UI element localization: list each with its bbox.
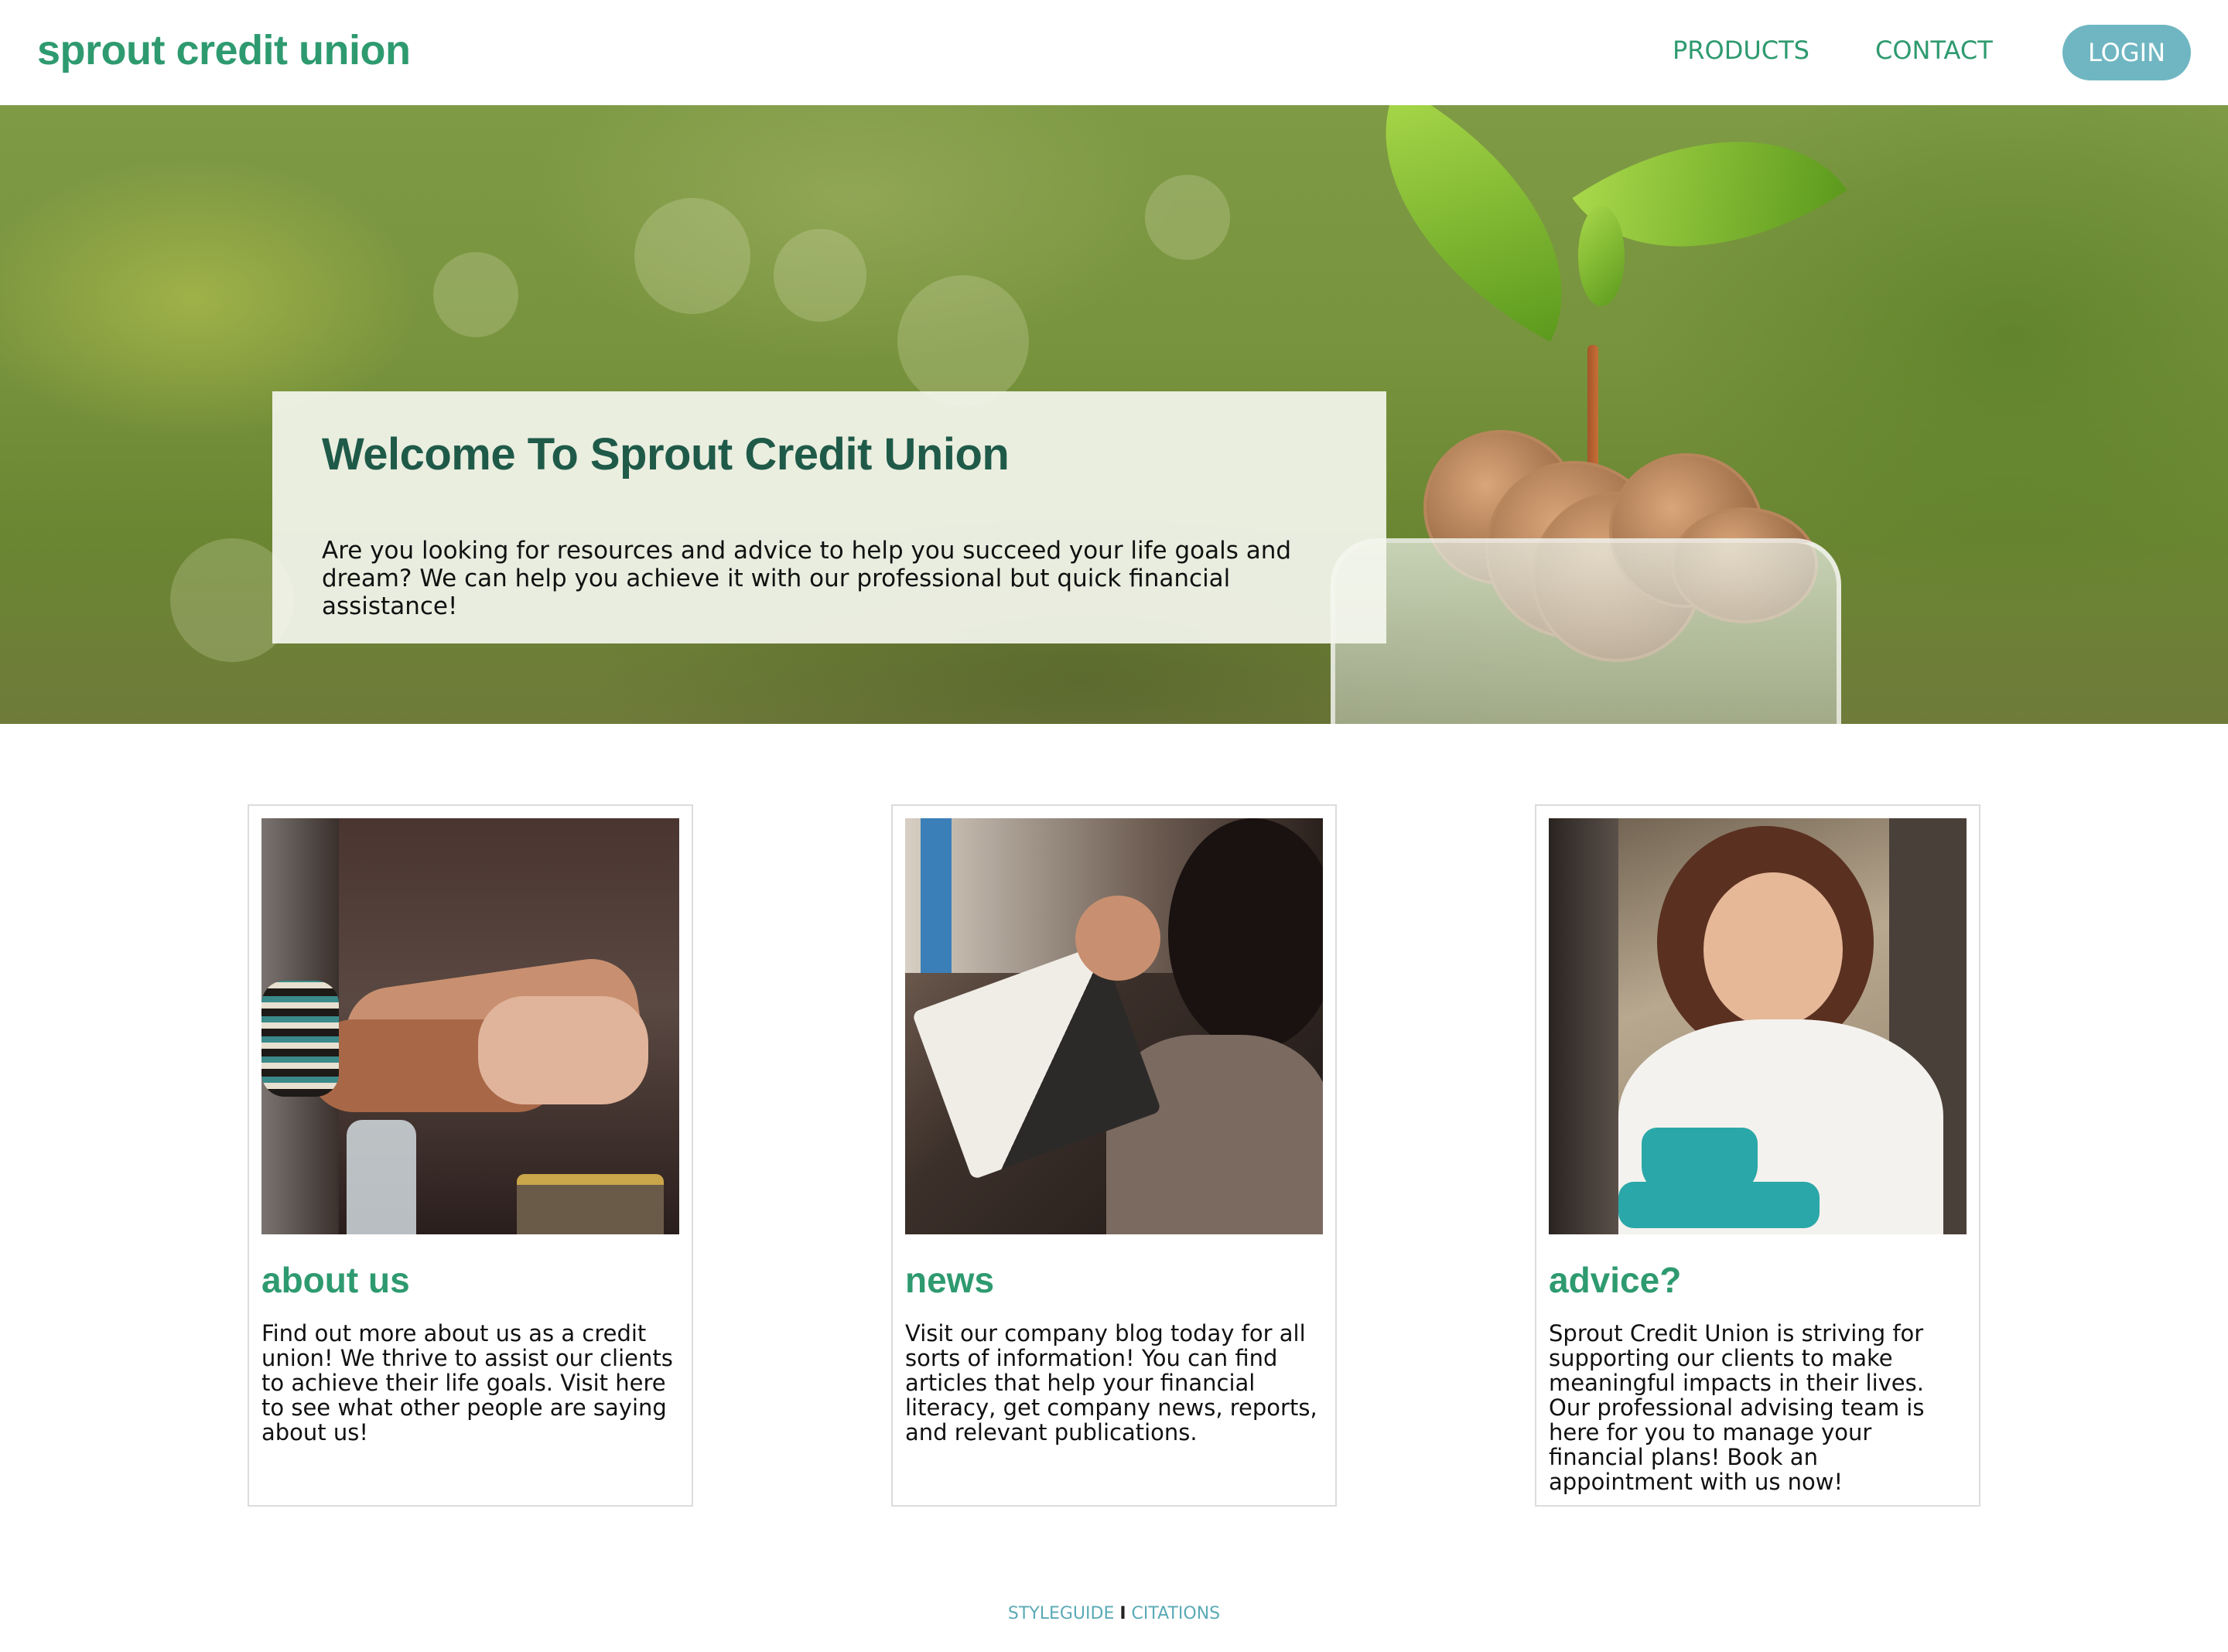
- advice-image[interactable]: [1549, 818, 1967, 1234]
- nav-products-link[interactable]: PRODUCTS: [1673, 36, 1809, 65]
- advice-title[interactable]: advice?: [1549, 1259, 1681, 1301]
- welcome-box: Welcome To Sprout Credit Union Are you l…: [272, 391, 1386, 643]
- news-image[interactable]: [905, 818, 1323, 1234]
- hero-banner: Welcome To Sprout Credit Union Are you l…: [0, 105, 2228, 724]
- advice-card[interactable]: advice? Sprout Credit Union is striving …: [1535, 804, 1980, 1507]
- about-us-title[interactable]: about us: [261, 1259, 410, 1301]
- news-card[interactable]: news Visit our company blog today for al…: [891, 804, 1337, 1507]
- about-us-text: Find out more about us as a credit union…: [261, 1320, 673, 1446]
- advice-text: Sprout Credit Union is striving for supp…: [1549, 1320, 1925, 1495]
- site-header: sprout credit union PRODUCTS CONTACT LOG…: [0, 0, 2228, 105]
- login-button[interactable]: LOGIN: [2062, 25, 2191, 80]
- styleguide-link[interactable]: STYLEGUIDE: [1008, 1604, 1114, 1623]
- site-logo[interactable]: sprout credit union: [37, 26, 411, 74]
- welcome-text: Are you looking for resources and advice…: [322, 537, 1292, 620]
- about-us-card[interactable]: about us Find out more about us as a cre…: [248, 804, 693, 1507]
- nav-contact-link[interactable]: CONTACT: [1875, 36, 1993, 65]
- welcome-title: Welcome To Sprout Credit Union: [322, 429, 1010, 480]
- news-text: Visit our company blog today for all sor…: [905, 1320, 1317, 1446]
- site-footer: STYLEGUIDE I CITATIONS: [0, 1604, 2228, 1623]
- about-us-image[interactable]: [261, 818, 679, 1234]
- citations-link[interactable]: CITATIONS: [1132, 1604, 1221, 1623]
- footer-separator: I: [1119, 1604, 1126, 1623]
- news-title[interactable]: news: [905, 1259, 994, 1301]
